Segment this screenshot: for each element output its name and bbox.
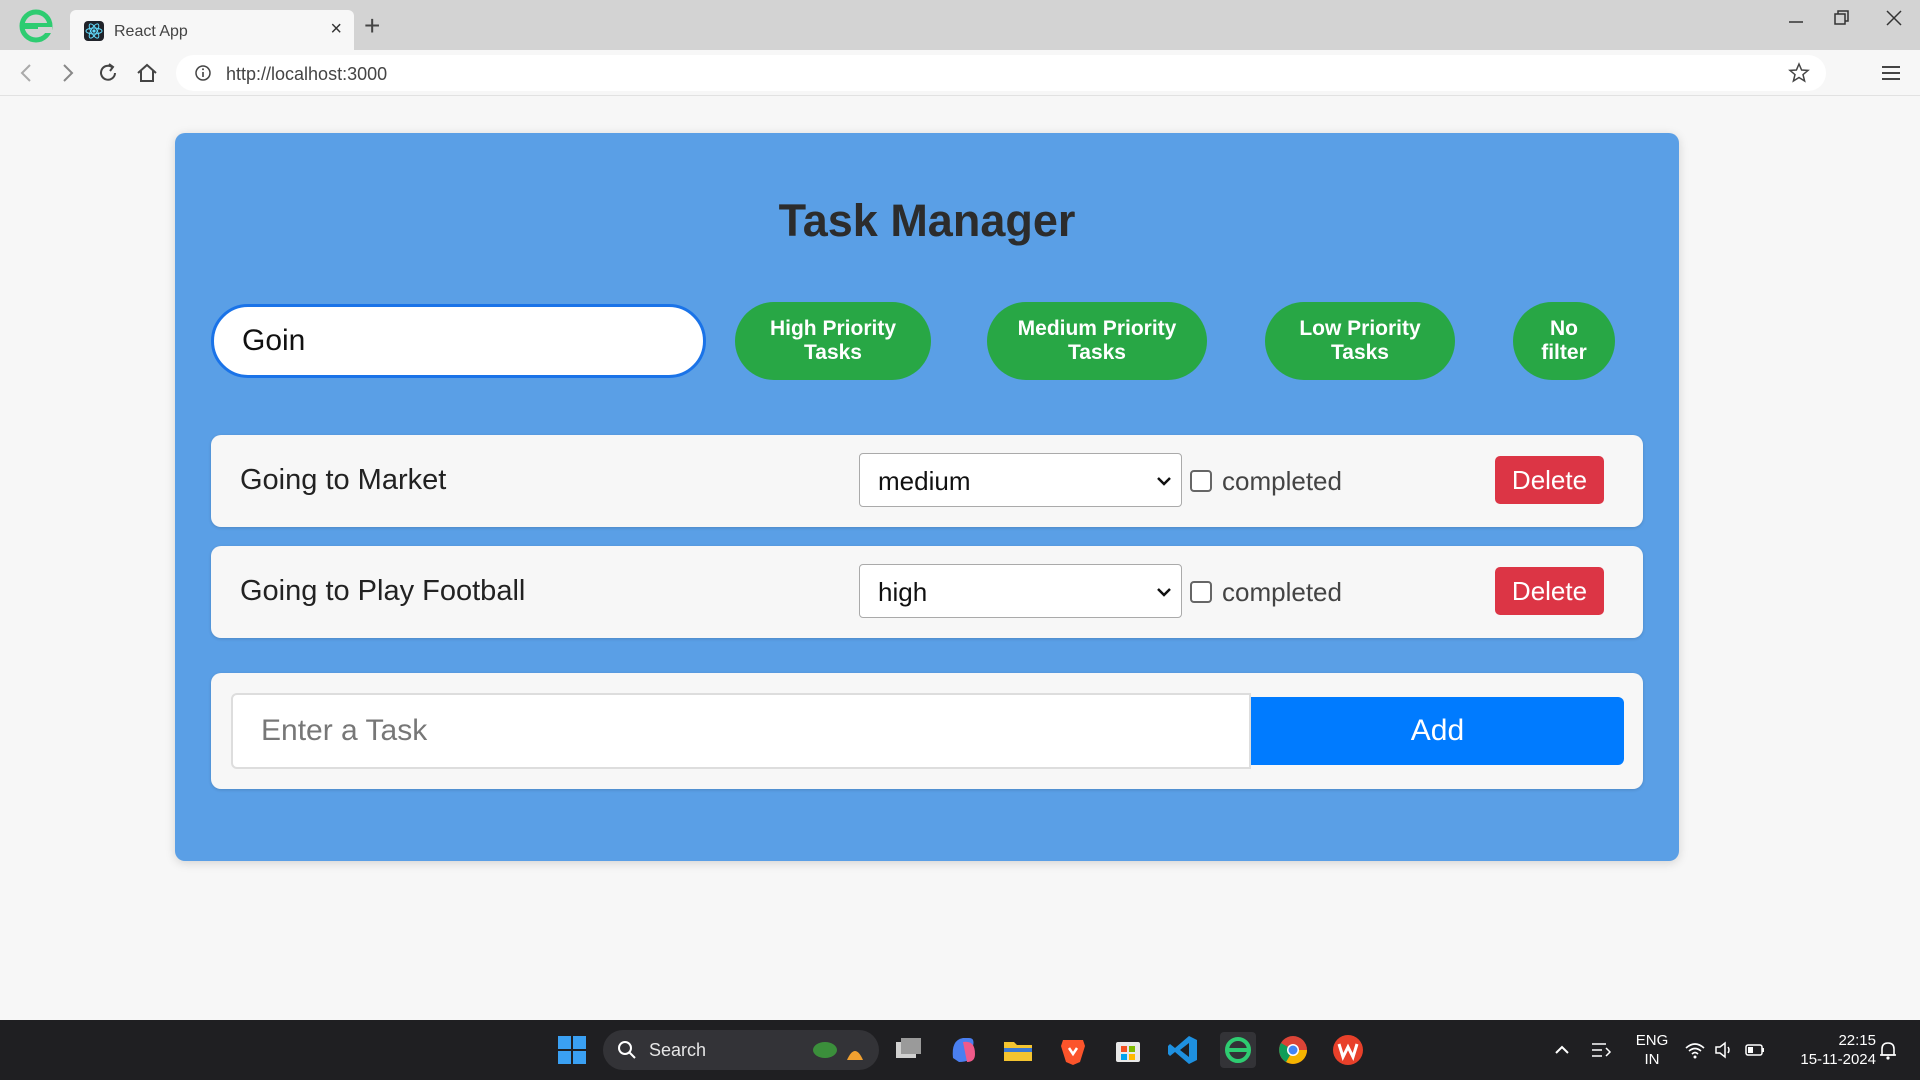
task-row: Going to Play Football high completed De… xyxy=(211,546,1643,638)
notes-icon[interactable] xyxy=(1590,1040,1612,1060)
completed-checkbox[interactable] xyxy=(1190,470,1212,492)
task-view-icon[interactable] xyxy=(890,1032,926,1068)
chevron-down-icon xyxy=(1157,477,1171,486)
language-indicator[interactable]: ENG IN xyxy=(1632,1031,1672,1069)
os-taskbar: Search ENG IN 22:15 15-11-2024 xyxy=(0,1020,1920,1080)
new-tab-button[interactable]: + xyxy=(364,12,380,40)
priority-value: medium xyxy=(878,466,971,496)
task-row: Going to Market medium completed Delete xyxy=(211,435,1643,527)
priority-select[interactable]: medium xyxy=(859,453,1182,507)
url-text[interactable]: http://localhost:3000 xyxy=(226,64,387,85)
high-priority-filter-button[interactable]: High Priority Tasks xyxy=(735,302,931,380)
reload-icon[interactable] xyxy=(95,60,121,86)
priority-value: high xyxy=(878,577,928,607)
search-icon xyxy=(618,1041,636,1059)
minimize-icon[interactable] xyxy=(1786,12,1806,32)
back-icon[interactable] xyxy=(14,60,40,86)
site-info-icon[interactable] xyxy=(194,64,212,82)
browser-toolbar: http://localhost:3000 xyxy=(0,50,1920,96)
page-title: Task Manager xyxy=(778,195,1076,246)
delete-button[interactable]: Delete xyxy=(1495,567,1604,615)
no-filter-button[interactable]: No filter xyxy=(1513,302,1615,380)
delete-button[interactable]: Delete xyxy=(1495,456,1604,504)
chrome-icon[interactable] xyxy=(1275,1032,1311,1068)
active-browser-icon[interactable] xyxy=(1220,1032,1256,1068)
clock[interactable]: 22:15 15-11-2024 xyxy=(1780,1031,1876,1069)
add-task-panel: Add xyxy=(211,673,1643,789)
completed-checkbox[interactable] xyxy=(1190,581,1212,603)
low-priority-filter-button[interactable]: Low Priority Tasks xyxy=(1265,302,1455,380)
battery-icon[interactable] xyxy=(1744,1040,1766,1060)
task-name: Going to Play Football xyxy=(240,575,526,607)
new-task-input[interactable] xyxy=(231,693,1251,769)
browser-tab-bar: React App × + xyxy=(0,0,1920,50)
taskbar-search[interactable]: Search xyxy=(603,1030,879,1070)
search-input[interactable] xyxy=(211,304,706,378)
tab-title: React App xyxy=(114,23,188,40)
windows-start-icon[interactable] xyxy=(554,1032,590,1068)
bookmark-star-icon[interactable] xyxy=(1788,62,1810,84)
task-name: Going to Market xyxy=(240,464,447,496)
language-code: ENG xyxy=(1635,1032,1669,1049)
notification-bell-icon[interactable] xyxy=(1876,1038,1900,1062)
brave-browser-icon[interactable] xyxy=(1055,1032,1091,1068)
search-highlight-icon xyxy=(813,1042,863,1060)
chevron-up-icon[interactable] xyxy=(1552,1040,1572,1060)
priority-select[interactable]: high xyxy=(859,564,1182,618)
restore-icon[interactable] xyxy=(1832,8,1852,28)
clock-date: 15-11-2024 xyxy=(1800,1051,1876,1068)
task-manager-panel: Task Manager High Priority Tasks Medium … xyxy=(175,133,1679,861)
clock-time: 22:15 xyxy=(1838,1032,1876,1049)
microsoft-store-icon[interactable] xyxy=(1110,1032,1146,1068)
forward-icon[interactable] xyxy=(54,60,80,86)
region-code: IN xyxy=(1644,1051,1660,1068)
completed-label: completed xyxy=(1222,466,1342,496)
copilot-icon[interactable] xyxy=(945,1032,981,1068)
address-bar[interactable]: http://localhost:3000 xyxy=(176,55,1826,91)
chevron-down-icon xyxy=(1157,588,1171,597)
close-window-icon[interactable] xyxy=(1884,8,1904,28)
browser-logo-icon[interactable] xyxy=(18,8,54,44)
completed-label: completed xyxy=(1222,577,1342,607)
add-task-button[interactable]: Add xyxy=(1251,697,1624,765)
wps-office-icon[interactable] xyxy=(1330,1032,1366,1068)
browser-tab[interactable]: React App × xyxy=(70,10,354,50)
menu-icon[interactable] xyxy=(1880,63,1902,83)
home-icon[interactable] xyxy=(134,60,160,86)
volume-icon[interactable] xyxy=(1714,1040,1734,1060)
react-favicon-icon xyxy=(84,21,104,41)
medium-priority-filter-button[interactable]: Medium Priority Tasks xyxy=(987,302,1207,380)
vscode-icon[interactable] xyxy=(1165,1032,1201,1068)
file-explorer-icon[interactable] xyxy=(1000,1032,1036,1068)
tab-close-icon[interactable]: × xyxy=(330,18,342,41)
wifi-icon[interactable] xyxy=(1684,1040,1706,1060)
taskbar-search-label: Search xyxy=(649,1040,707,1060)
